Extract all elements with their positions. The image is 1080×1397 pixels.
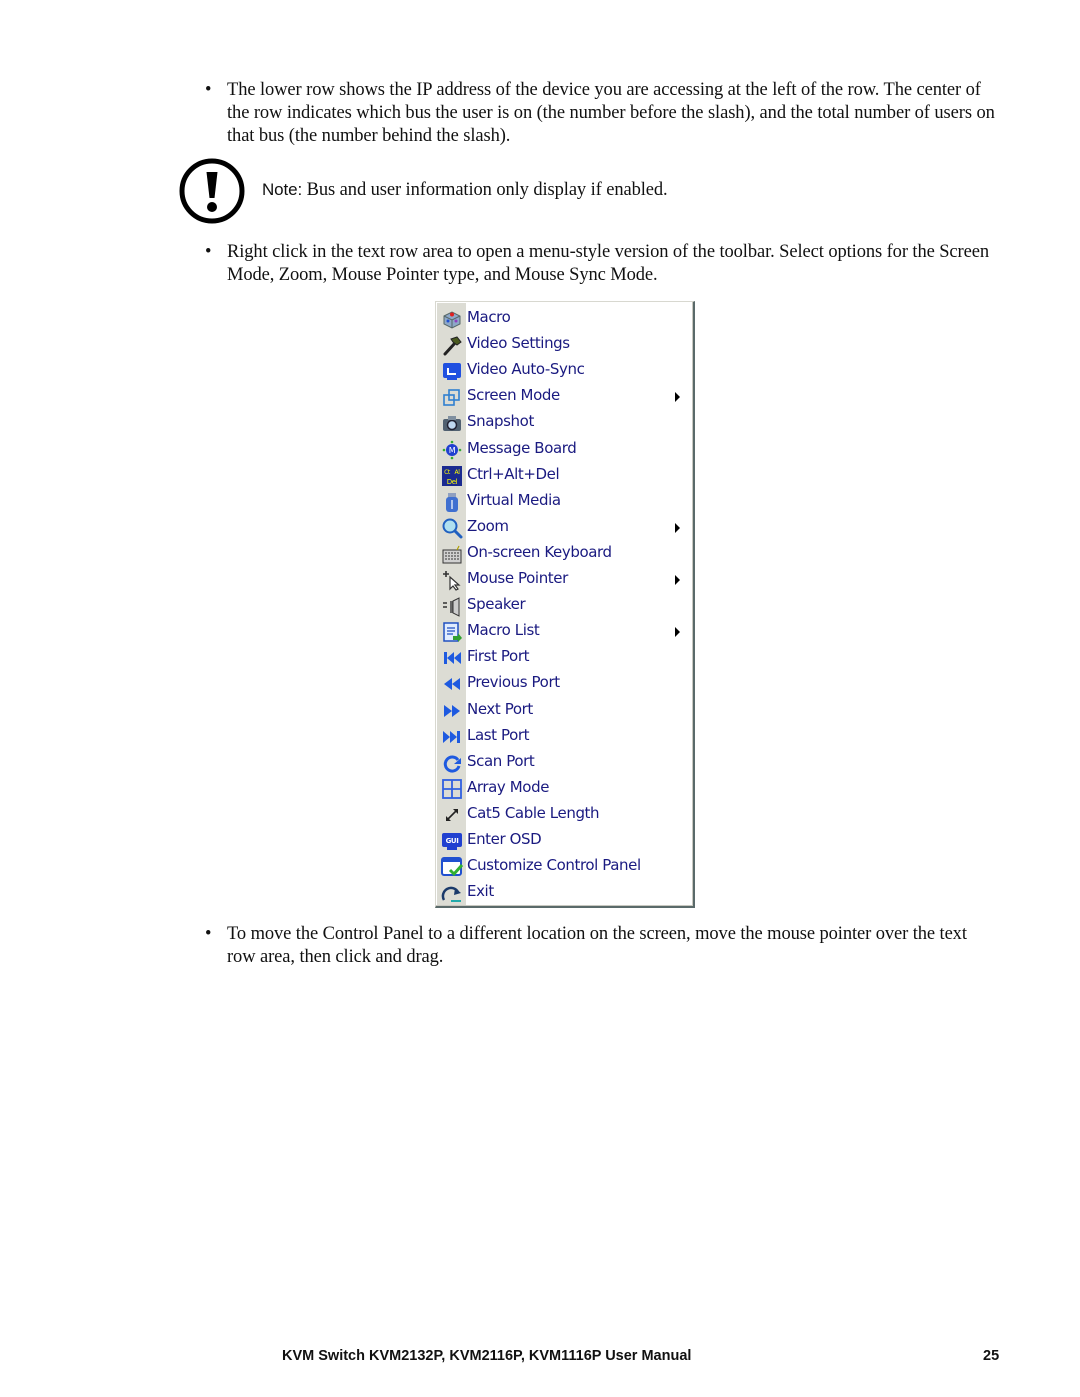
note-label: Note: (262, 180, 303, 199)
menu-item-label: Exit (467, 882, 494, 901)
menu-item[interactable]: Exit (437, 879, 691, 905)
first-port-icon (444, 652, 461, 665)
menu-item[interactable]: Macro List (437, 618, 691, 644)
ctrl-alt-del-icon: Ct AlDel (442, 465, 462, 486)
menu-item-label: Video Auto-Sync (467, 360, 585, 379)
menu-item[interactable]: On-screen Keyboard (437, 540, 691, 566)
menu-item-label: Cat5 Cable Length (467, 803, 600, 822)
paragraph-text: Right click in the text row area to open… (227, 242, 989, 285)
cable-length-icon (446, 808, 458, 821)
menu-item[interactable]: Snapshot (437, 409, 691, 435)
menu-item[interactable]: Mouse Pointer (437, 566, 691, 592)
menu-item[interactable]: GUI Enter OSD (437, 827, 691, 853)
svg-text:Del: Del (447, 478, 458, 486)
context-menu: Macro Video Settings Video Auto-Sync Screen… (435, 301, 695, 908)
menu-item-label: On-screen Keyboard (467, 542, 612, 561)
menu-item-label: Array Mode (467, 777, 550, 796)
note-callout: Note: Bus and user information only disp… (179, 158, 979, 226)
menu-item-label: Zoom (467, 516, 509, 535)
next-port-icon (444, 704, 460, 717)
magnifier-icon (442, 518, 463, 539)
menu-item[interactable]: Zoom (437, 514, 691, 540)
svg-text:GUI: GUI (446, 837, 459, 845)
submenu-arrow-icon (675, 522, 680, 533)
menu-item[interactable]: Scan Port (437, 749, 691, 775)
menu-item-label: Previous Port (467, 673, 560, 692)
bullet-right-click: • Right click in the text row area to op… (205, 241, 995, 287)
menu-item-label: Message Board (467, 438, 577, 457)
camera-icon (443, 416, 461, 432)
bullet-lower-row: • The lower row shows the IP address of … (205, 79, 995, 148)
menu-item-label: Ctrl+Alt+Del (467, 464, 560, 483)
macro-icon (443, 311, 461, 329)
menu-item-label: Enter OSD (467, 830, 542, 848)
scan-port-icon (443, 755, 461, 773)
video-auto-sync-icon (443, 363, 461, 381)
paragraph-text: To move the Control Panel to a different… (227, 924, 967, 967)
paragraph-text: The lower row shows the IP address of th… (227, 80, 995, 146)
keyboard-icon (442, 545, 462, 564)
submenu-arrow-icon (675, 575, 680, 585)
menu-item[interactable]: Next Port (437, 697, 691, 723)
screen-mode-icon (443, 389, 460, 407)
footer-title: KVM Switch KVM2132P, KVM2116P, KVM1116P … (282, 1348, 692, 1364)
menu-item[interactable]: M Message Board (437, 436, 691, 462)
menu-item-label: Customize Control Panel (467, 856, 641, 875)
menu-item[interactable]: Video Settings (437, 331, 691, 357)
svg-text:Al: Al (455, 469, 461, 476)
submenu-arrow-icon (675, 627, 680, 638)
previous-port-icon (444, 678, 460, 691)
page-number: 25 (983, 1348, 1000, 1364)
menu-item-label: Virtual Media (467, 490, 561, 509)
menu-item-label: Macro List (467, 621, 540, 640)
message-board-icon: M (442, 440, 462, 459)
menu-item[interactable]: Speaker (437, 592, 691, 618)
menu-item-label: Snapshot (467, 412, 534, 431)
menu-item-label: First Port (467, 647, 530, 666)
menu-item-label: Next Port (467, 699, 533, 718)
menu-item[interactable]: Customize Control Panel (437, 853, 691, 879)
menu-item-label: Scan Port (467, 751, 535, 770)
bullet-marker: • (205, 242, 212, 262)
menu-item[interactable]: First Port (437, 644, 691, 670)
bullet-marker: • (205, 924, 212, 944)
menu-item-label: Mouse Pointer (467, 569, 568, 587)
menu-item[interactable]: Previous Port (437, 670, 691, 696)
menu-item[interactable]: Virtual Media (437, 488, 691, 514)
gui-osd-icon: GUI (442, 833, 462, 850)
svg-text:M: M (449, 446, 456, 455)
customize-panel-icon (441, 857, 463, 877)
menu-item[interactable]: Screen Mode (437, 383, 691, 409)
menu-item-label: Video Settings (467, 334, 570, 353)
menu-item-label: Last Port (467, 725, 530, 744)
exclamation-circle-icon (179, 158, 245, 224)
menu-item-label: Speaker (467, 595, 526, 614)
hammer-icon (443, 336, 462, 356)
mouse-pointer-icon (443, 571, 461, 591)
menu-item[interactable]: Cat5 Cable Length (437, 801, 691, 827)
last-port-icon (443, 730, 460, 743)
menu-item[interactable]: Macro (437, 305, 691, 331)
bullet-marker: • (205, 80, 212, 100)
menu-item[interactable]: Last Port (437, 723, 691, 749)
menu-item-label: Screen Mode (467, 386, 560, 405)
menu-item[interactable]: Array Mode (437, 775, 691, 801)
submenu-arrow-icon (675, 392, 680, 403)
exit-icon (441, 886, 461, 903)
speaker-icon (443, 597, 460, 617)
bullet-move-panel: • To move the Control Panel to a differe… (205, 923, 995, 969)
menu-item-label: Macro (467, 308, 511, 326)
usb-drive-icon (446, 492, 458, 512)
array-mode-icon (442, 778, 462, 799)
macro-list-icon (443, 622, 462, 643)
note-body: Bus and user information only display if… (302, 180, 668, 200)
menu-item[interactable]: Ct Al Del Ctrl+Alt+Del (437, 462, 691, 488)
menu-item[interactable]: Video Auto-Sync (437, 357, 691, 383)
note-text: Note: Bus and user information only disp… (262, 178, 668, 202)
